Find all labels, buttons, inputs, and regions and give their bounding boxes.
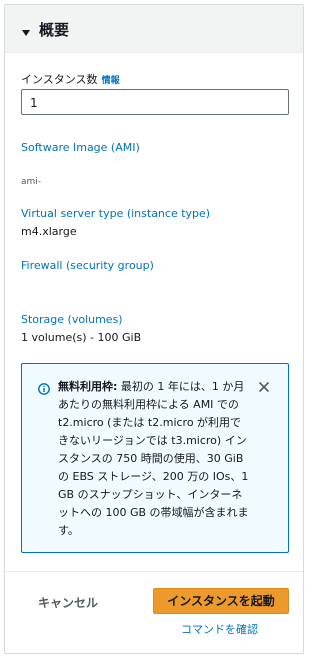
caret-down-icon[interactable] xyxy=(21,23,31,42)
free-tier-title: 無料利用枠: xyxy=(58,380,118,393)
cancel-button[interactable]: キャンセル xyxy=(33,590,103,616)
software-image-value: ami- xyxy=(21,177,42,187)
footer-divider xyxy=(5,571,303,572)
firewall-link[interactable]: Firewall (security group) xyxy=(21,259,154,272)
preview-commands-link[interactable]: コマンドを確認 xyxy=(181,621,258,637)
info-icon xyxy=(38,380,50,399)
instance-count-input[interactable]: 1 xyxy=(21,89,289,115)
instance-type-link[interactable]: Virtual server type (instance type) xyxy=(21,207,210,220)
instance-count-label-text: インスタンス数 xyxy=(21,73,98,86)
storage-value: 1 volume(s) - 100 GiB xyxy=(21,331,142,344)
free-tier-alert: 無料利用枠: 最初の 1 年には、1 か月あたりの無料利用枠による AMI での… xyxy=(21,363,289,553)
free-tier-body: 最初の 1 年には、1 か月あたりの無料利用枠による AMI での t2.mic… xyxy=(58,380,249,537)
section-title: 概要 xyxy=(39,21,70,39)
storage-link[interactable]: Storage (volumes) xyxy=(21,313,123,326)
instance-type-value: m4.xlarge xyxy=(21,225,77,238)
summary-panel: 概要 インスタンス数 情報 1 Software Image (AMI) ami-… xyxy=(4,4,304,654)
summary-header[interactable]: 概要 xyxy=(5,5,303,53)
software-image-link[interactable]: Software Image (AMI) xyxy=(21,141,140,154)
close-icon[interactable] xyxy=(258,378,270,397)
launch-instance-button[interactable]: インスタンスを起動 xyxy=(153,588,289,614)
instance-count-label: インスタンス数 情報 xyxy=(21,71,120,87)
info-link[interactable]: 情報 xyxy=(102,76,120,86)
free-tier-text: 無料利用枠: 最初の 1 年には、1 か月あたりの無料利用枠による AMI での… xyxy=(58,378,250,540)
